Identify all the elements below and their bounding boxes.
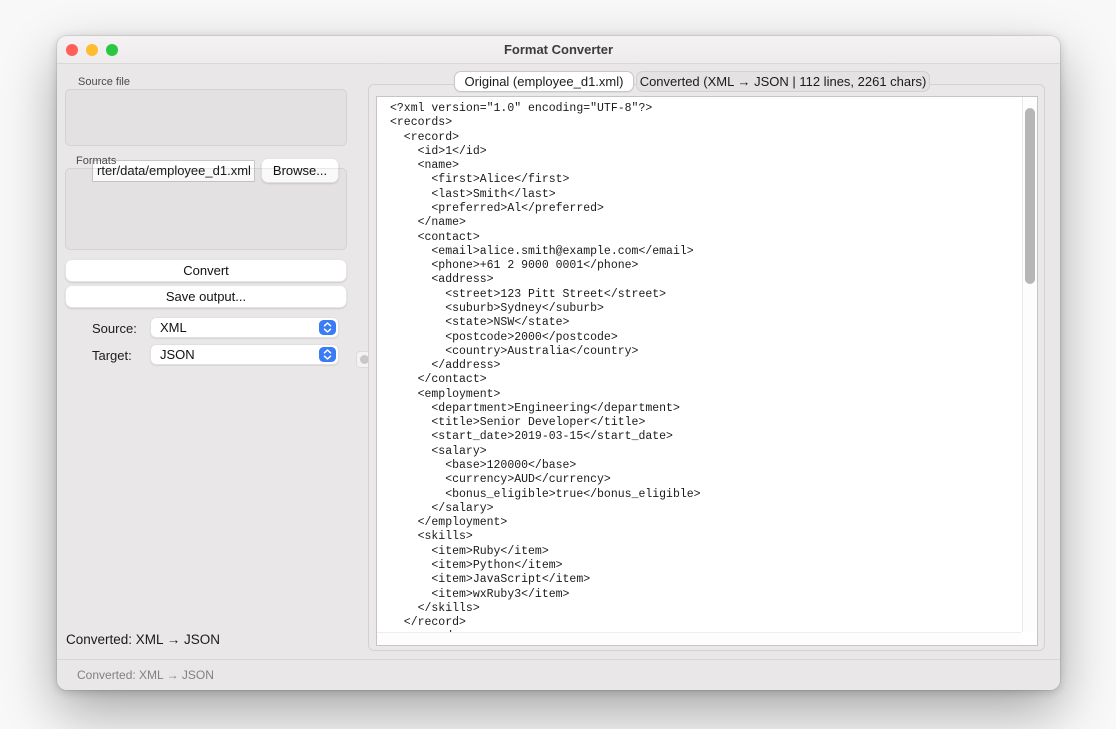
source-format-value: XML xyxy=(160,320,187,335)
vertical-scrollbar-thumb[interactable] xyxy=(1025,108,1035,284)
source-file-group-label: Source file xyxy=(78,76,130,88)
conversion-status-text: Converted: XML → JSON xyxy=(66,632,220,647)
formats-groupbox: Source: XML Target: JSON xyxy=(65,168,347,250)
status-bar: Converted: XML → JSON xyxy=(57,659,1060,690)
source-format-label: Source: xyxy=(92,321,137,336)
title-bar[interactable]: Format Converter xyxy=(57,36,1060,64)
source-file-groupbox: rter/data/employee_d1.xml Browse... xyxy=(65,89,347,146)
vertical-scrollbar[interactable] xyxy=(1022,97,1037,632)
target-format-label: Target: xyxy=(92,348,132,363)
xml-source-code: <?xml version="1.0" encoding="UTF-8"?> <… xyxy=(377,97,1021,633)
tab-converted[interactable]: Converted (XML → JSON | 112 lines, 2261 … xyxy=(636,71,930,92)
format-converter-window: Format Converter Source file rter/data/e… xyxy=(57,36,1060,690)
xml-content-textarea[interactable]: <?xml version="1.0" encoding="UTF-8"?> <… xyxy=(376,96,1038,646)
formats-group-label: Formats xyxy=(76,155,116,167)
horizontal-scrollbar[interactable] xyxy=(377,632,1021,645)
status-bar-text: Converted: XML → JSON xyxy=(77,668,214,682)
target-format-value: JSON xyxy=(160,347,195,362)
convert-button[interactable]: Convert xyxy=(65,259,347,282)
dropdown-stepper-icon xyxy=(319,320,336,335)
desktop-background: Format Converter Source file rter/data/e… xyxy=(0,0,1116,729)
dropdown-stepper-icon xyxy=(319,347,336,362)
code-viewport: <?xml version="1.0" encoding="UTF-8"?> <… xyxy=(377,97,1021,633)
window-title: Format Converter xyxy=(57,36,1060,64)
save-output-button[interactable]: Save output... xyxy=(65,285,347,308)
tab-original[interactable]: Original (employee_d1.xml) xyxy=(454,71,634,92)
source-format-select[interactable]: XML xyxy=(150,317,339,338)
target-format-select[interactable]: JSON xyxy=(150,344,339,365)
